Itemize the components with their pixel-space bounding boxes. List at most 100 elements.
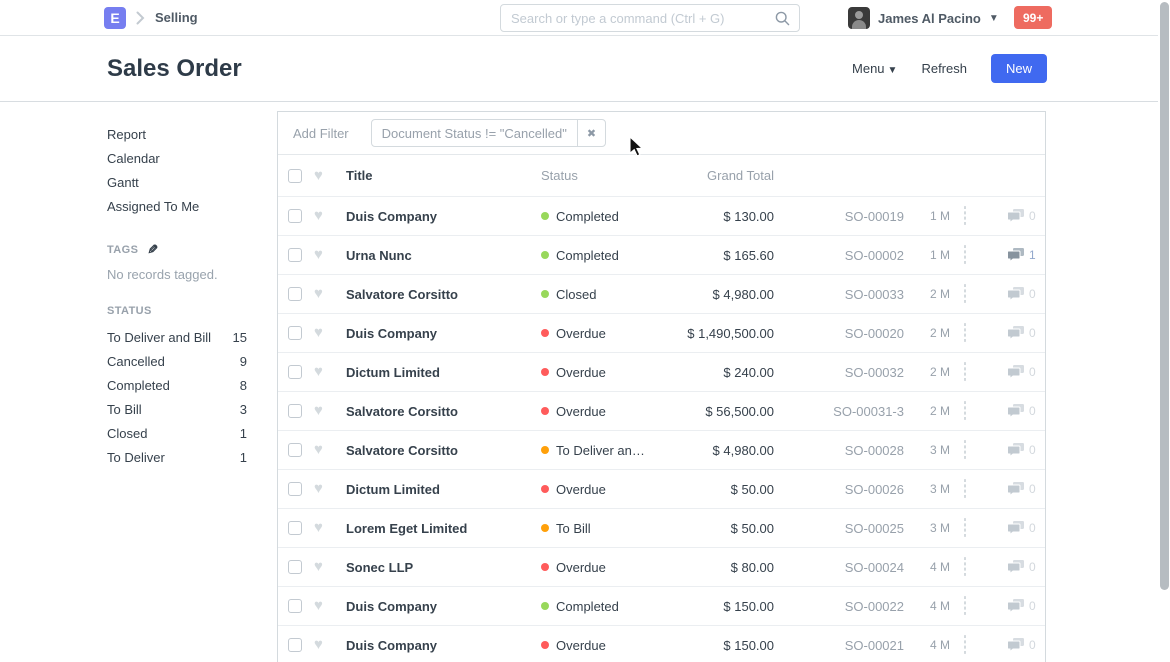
row-checkbox[interactable] (288, 443, 302, 457)
list-row[interactable]: ♥ Urna Nunc Completed $ 165.60 SO-00002 … (278, 236, 1045, 275)
sidebar-link[interactable]: Gantt (107, 171, 247, 195)
list-row[interactable]: ♥ Duis Company Overdue $ 1,490,500.00 SO… (278, 314, 1045, 353)
row-title[interactable]: Duis Company (346, 326, 541, 341)
assign-dashed-box[interactable] (964, 284, 966, 303)
comments-indicator[interactable]: 0 (1007, 287, 1036, 301)
list-row[interactable]: ♥ Salvatore Corsitto Closed $ 4,980.00 S… (278, 275, 1045, 314)
row-assign-placeholder[interactable] (964, 402, 994, 420)
like-heart-icon[interactable]: ♥ (314, 443, 330, 457)
row-assign-placeholder[interactable] (964, 324, 994, 342)
add-filter-button[interactable]: Add Filter (293, 126, 349, 141)
new-button[interactable]: New (991, 54, 1047, 83)
sidebar-link[interactable]: Assigned To Me (107, 195, 247, 219)
like-heart-icon[interactable]: ♥ (314, 599, 330, 613)
refresh-button[interactable]: Refresh (921, 61, 967, 76)
assign-dashed-box[interactable] (964, 245, 966, 264)
list-row[interactable]: ♥ Dictum Limited Overdue $ 240.00 SO-000… (278, 353, 1045, 392)
row-checkbox[interactable] (288, 638, 302, 652)
notification-badge[interactable]: 99+ (1014, 6, 1052, 29)
row-checkbox[interactable] (288, 560, 302, 574)
comments-indicator[interactable]: 0 (1007, 638, 1036, 652)
status-filter-item[interactable]: Completed 8 (107, 374, 247, 398)
assign-dashed-box[interactable] (964, 362, 966, 381)
menu-button[interactable]: Menu▼ (852, 61, 897, 76)
remove-filter-icon[interactable]: ✖ (577, 120, 605, 146)
row-title[interactable]: Salvatore Corsitto (346, 287, 541, 302)
like-heart-icon[interactable]: ♥ (314, 560, 330, 574)
like-heart-icon[interactable]: ♥ (314, 209, 330, 223)
assign-dashed-box[interactable] (964, 479, 966, 498)
row-checkbox[interactable] (288, 404, 302, 418)
comments-indicator[interactable]: 0 (1007, 521, 1036, 535)
like-heart-icon[interactable]: ♥ (314, 521, 330, 535)
assign-dashed-box[interactable] (964, 596, 966, 615)
like-heart-icon[interactable]: ♥ (314, 326, 330, 340)
row-assign-placeholder[interactable] (964, 558, 994, 576)
active-filter-chip[interactable]: Document Status != "Cancelled" ✖ (371, 119, 606, 147)
row-checkbox[interactable] (288, 287, 302, 301)
select-all-checkbox[interactable] (288, 169, 302, 183)
assign-dashed-box[interactable] (964, 635, 966, 654)
breadcrumb-selling[interactable]: Selling (155, 10, 198, 25)
row-checkbox[interactable] (288, 209, 302, 223)
row-assign-placeholder[interactable] (964, 246, 994, 264)
status-filter-item[interactable]: To Bill 3 (107, 398, 247, 422)
row-assign-placeholder[interactable] (964, 285, 994, 303)
row-assign-placeholder[interactable] (964, 441, 994, 459)
search-input[interactable] (501, 11, 775, 26)
list-row[interactable]: ♥ Lorem Eget Limited To Bill $ 50.00 SO-… (278, 509, 1045, 548)
status-filter-item[interactable]: Closed 1 (107, 422, 247, 446)
status-filter-item[interactable]: Cancelled 9 (107, 350, 247, 374)
like-heart-icon[interactable]: ♥ (314, 404, 330, 418)
row-checkbox[interactable] (288, 521, 302, 535)
row-title[interactable]: Salvatore Corsitto (346, 404, 541, 419)
row-checkbox[interactable] (288, 599, 302, 613)
list-row[interactable]: ♥ Duis Company Completed $ 130.00 SO-000… (278, 197, 1045, 236)
list-row[interactable]: ♥ Duis Company Completed $ 150.00 SO-000… (278, 587, 1045, 626)
list-row[interactable]: ♥ Duis Company Overdue $ 150.00 SO-00021… (278, 626, 1045, 662)
row-checkbox[interactable] (288, 482, 302, 496)
row-assign-placeholder[interactable] (964, 363, 994, 381)
list-row[interactable]: ♥ Sonec LLP Overdue $ 80.00 SO-00024 4 M… (278, 548, 1045, 587)
row-assign-placeholder[interactable] (964, 636, 994, 654)
status-filter-item[interactable]: To Deliver 1 (107, 446, 247, 470)
comments-indicator[interactable]: 0 (1007, 365, 1036, 379)
edit-tags-icon[interactable]: ✎ (147, 242, 158, 258)
like-heart-icon[interactable]: ♥ (314, 638, 330, 652)
assign-dashed-box[interactable] (964, 518, 966, 537)
row-title[interactable]: Dictum Limited (346, 482, 541, 497)
row-checkbox[interactable] (288, 365, 302, 379)
assign-dashed-box[interactable] (964, 323, 966, 342)
row-title[interactable]: Duis Company (346, 209, 541, 224)
row-title[interactable]: Dictum Limited (346, 365, 541, 380)
list-row[interactable]: ♥ Salvatore Corsitto To Deliver an… $ 4,… (278, 431, 1045, 470)
user-menu[interactable]: James Al Pacino ▼ (848, 7, 999, 29)
sidebar-link[interactable]: Report (107, 123, 247, 147)
sidebar-link[interactable]: Calendar (107, 147, 247, 171)
row-title[interactable]: Urna Nunc (346, 248, 541, 263)
comments-indicator[interactable]: 0 (1007, 599, 1036, 613)
row-assign-placeholder[interactable] (964, 597, 994, 615)
comments-indicator[interactable]: 0 (1007, 209, 1036, 223)
row-assign-placeholder[interactable] (964, 519, 994, 537)
row-title[interactable]: Salvatore Corsitto (346, 443, 541, 458)
like-heart-icon[interactable]: ♥ (314, 248, 330, 262)
assign-dashed-box[interactable] (964, 557, 966, 576)
assign-dashed-box[interactable] (964, 206, 966, 225)
like-heart-icon[interactable]: ♥ (314, 365, 330, 379)
comments-indicator[interactable]: 0 (1007, 482, 1036, 496)
scrollbar-thumb[interactable] (1160, 2, 1169, 590)
like-heart-icon[interactable]: ♥ (314, 287, 330, 301)
comments-indicator[interactable]: 0 (1007, 560, 1036, 574)
row-title[interactable]: Lorem Eget Limited (346, 521, 541, 536)
comments-indicator[interactable]: 1 (1007, 248, 1036, 262)
comments-indicator[interactable]: 0 (1007, 326, 1036, 340)
row-title[interactable]: Duis Company (346, 599, 541, 614)
like-heart-icon[interactable]: ♥ (314, 482, 330, 496)
list-row[interactable]: ♥ Dictum Limited Overdue $ 50.00 SO-0002… (278, 470, 1045, 509)
comments-indicator[interactable]: 0 (1007, 443, 1036, 457)
app-logo[interactable]: E (104, 7, 126, 29)
row-assign-placeholder[interactable] (964, 480, 994, 498)
comments-indicator[interactable]: 0 (1007, 404, 1036, 418)
row-checkbox[interactable] (288, 248, 302, 262)
